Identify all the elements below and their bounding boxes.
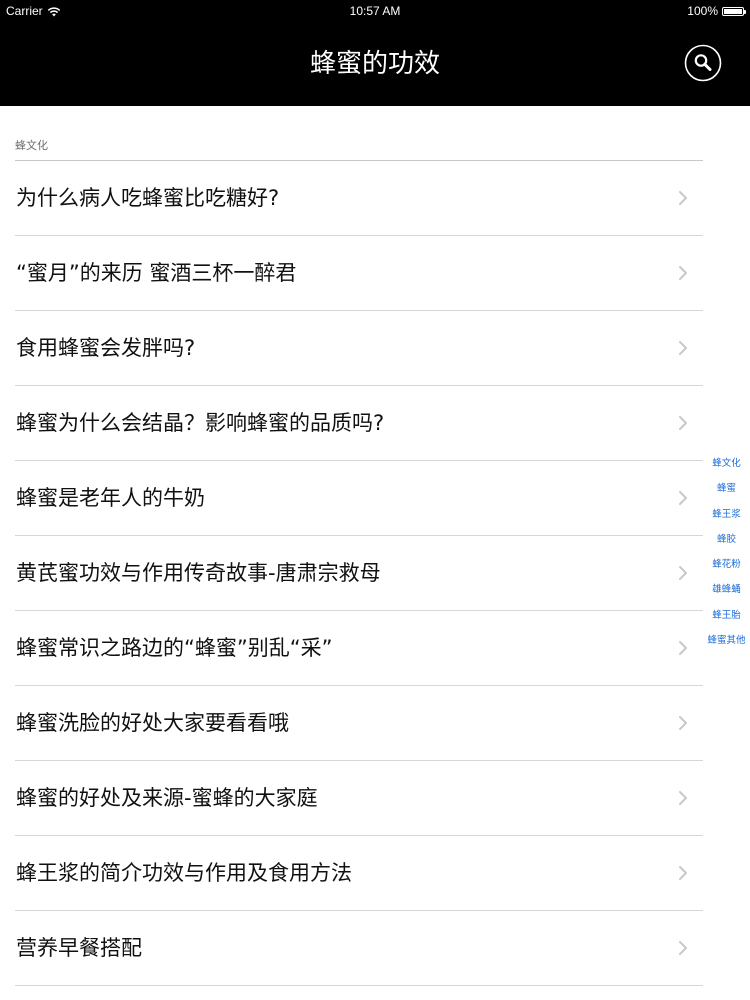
- status-right: 100%: [687, 4, 746, 18]
- status-bar: Carrier 10:57 AM 100%: [0, 0, 750, 22]
- list-item[interactable]: 黄芪蜜功效与作用传奇故事-唐肃宗救母: [0, 536, 703, 611]
- list-item-label: 蜂蜜洗脸的好处大家要看看哦: [16, 711, 289, 735]
- list-item[interactable]: 为什么病人吃蜂蜜比吃糖好?: [0, 161, 703, 236]
- chevron-right-icon: [679, 566, 687, 580]
- chevron-right-icon: [679, 416, 687, 430]
- section-index-item[interactable]: 蜂王胎: [703, 607, 750, 632]
- chevron-right-icon: [679, 791, 687, 805]
- chevron-right-icon: [679, 341, 687, 355]
- chevron-right-icon: [679, 491, 687, 505]
- list-item-label: 蜂王浆的简介功效与作用及食用方法: [16, 861, 352, 885]
- section-index-item[interactable]: 蜂文化: [703, 455, 750, 480]
- section-index-item[interactable]: 蜂胶: [703, 531, 750, 556]
- article-list: 为什么病人吃蜂蜜比吃糖好? “蜜月”的来历 蜜酒三杯一醉君 食用蜂蜜会发胖吗? 蜂蜜为…: [0, 161, 703, 986]
- list-item[interactable]: 营养早餐搭配: [0, 911, 703, 986]
- list-item-label: 营养早餐搭配: [16, 936, 142, 960]
- app-root: Carrier 10:57 AM 100% 蜂蜜的功效 蜂文化 为什么病人吃蜂蜜…: [0, 0, 750, 1000]
- list-item-label: 为什么病人吃蜂蜜比吃糖好?: [16, 186, 280, 210]
- list-item-label: 蜂蜜为什么会结晶？影响蜂蜜的品质吗?: [16, 411, 385, 435]
- list-item-label: 蜂蜜是老年人的牛奶: [16, 486, 205, 510]
- section-index-item[interactable]: 蜂花粉: [703, 556, 750, 581]
- section-header: 蜂文化: [15, 139, 48, 152]
- chevron-right-icon: [679, 941, 687, 955]
- chevron-right-icon: [679, 266, 687, 280]
- battery-percent: 100%: [687, 4, 718, 18]
- battery-icon: [722, 6, 746, 16]
- list-item-label: 蜂蜜常识之路边的“蜂蜜”别乱“采”: [16, 636, 333, 660]
- chevron-right-icon: [679, 641, 687, 655]
- list-item-label: “蜜月”的来历 蜜酒三杯一醉君: [16, 261, 297, 285]
- section-index: 蜂文化 蜂蜜 蜂王浆 蜂胶 蜂花粉 雄蜂蛹 蜂王胎 蜂蜜其他: [703, 455, 750, 657]
- list-item[interactable]: “蜜月”的来历 蜜酒三杯一醉君: [0, 236, 703, 311]
- section-index-item[interactable]: 蜂王浆: [703, 506, 750, 531]
- list-item[interactable]: 蜂蜜为什么会结晶？影响蜂蜜的品质吗?: [0, 386, 703, 461]
- list-item-label: 黄芪蜜功效与作用传奇故事-唐肃宗救母: [16, 561, 381, 585]
- search-button[interactable]: [684, 44, 722, 82]
- list-item-label: 蜂蜜的好处及来源-蜜蜂的大家庭: [16, 786, 318, 810]
- navigation-bar: 蜂蜜的功效: [0, 22, 750, 106]
- section-index-item[interactable]: 蜂蜜: [703, 480, 750, 505]
- list-item[interactable]: 蜂蜜的好处及来源-蜜蜂的大家庭: [0, 761, 703, 836]
- list-item[interactable]: 蜂蜜常识之路边的“蜂蜜”别乱“采”: [0, 611, 703, 686]
- list-item[interactable]: 食用蜂蜜会发胖吗?: [0, 311, 703, 386]
- section-index-item[interactable]: 雄蜂蛹: [703, 581, 750, 606]
- status-time: 10:57 AM: [349, 4, 401, 18]
- page-title: 蜂蜜的功效: [309, 49, 440, 79]
- list-item[interactable]: 蜂王浆的简介功效与作用及食用方法: [0, 836, 703, 911]
- list-item-label: 食用蜂蜜会发胖吗?: [16, 336, 196, 360]
- list-item[interactable]: 蜂蜜是老年人的牛奶: [0, 461, 703, 536]
- chevron-right-icon: [679, 191, 687, 205]
- section-index-item[interactable]: 蜂蜜其他: [703, 632, 750, 657]
- battery-fill: [724, 8, 742, 14]
- chevron-right-icon: [679, 716, 687, 730]
- search-icon: [684, 44, 722, 82]
- chevron-right-icon: [679, 866, 687, 880]
- row-divider: [15, 985, 703, 986]
- list-item[interactable]: 蜂蜜洗脸的好处大家要看看哦: [0, 686, 703, 761]
